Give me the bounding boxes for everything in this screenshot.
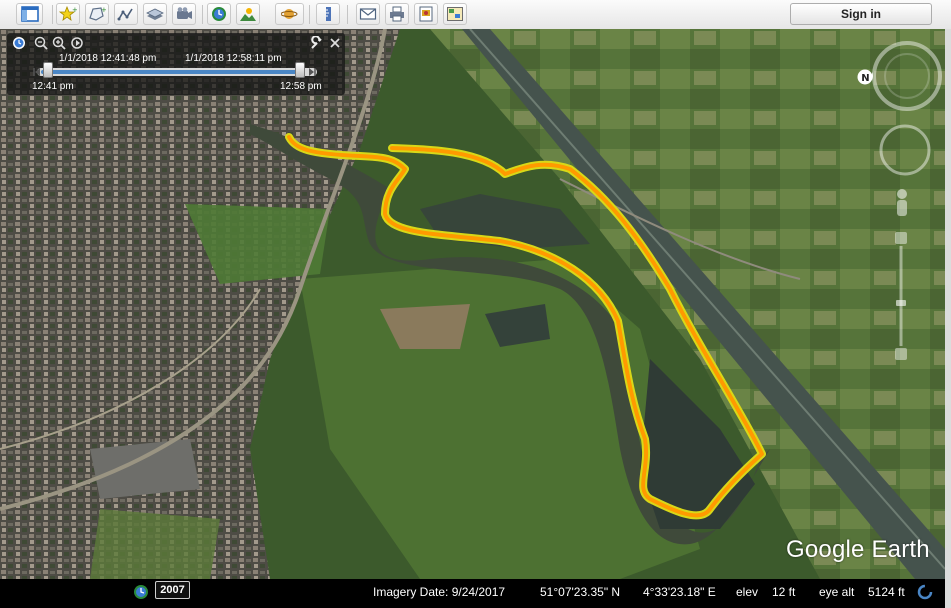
- ruler-icon: [326, 7, 331, 21]
- email-button[interactable]: [356, 3, 380, 25]
- end-datetime: 1/1/2018 12:58:11 pm: [185, 53, 282, 64]
- record-tour-icon: [177, 7, 192, 19]
- sidebar-icon: [20, 6, 39, 22]
- eye-altitude-label: eye alt: [819, 585, 855, 599]
- add-placemark-icon: +: [59, 6, 77, 21]
- historical-imagery-status-icon[interactable]: [133, 584, 149, 600]
- historical-imagery-button[interactable]: [207, 3, 231, 25]
- save-image-button[interactable]: [414, 3, 438, 25]
- sunlight-icon: [240, 8, 256, 21]
- eye-altitude-value: 5124 ft: [868, 585, 905, 599]
- window-edge: [945, 29, 951, 608]
- historical-imagery-icon: [212, 7, 226, 21]
- add-image-overlay-icon: [146, 8, 164, 20]
- zoom-in-icon[interactable]: [52, 36, 66, 50]
- planet-icon: [280, 9, 297, 19]
- look-joystick[interactable]: [872, 41, 942, 111]
- add-polygon-icon: +: [89, 6, 106, 21]
- status-bar: 2007 Imagery Date: 9/24/2017 51°07'23.35…: [0, 579, 945, 608]
- google-earth-logo: Google Earth: [786, 536, 930, 563]
- svg-text:+: +: [101, 6, 106, 14]
- zoom-out-icon[interactable]: [34, 36, 48, 50]
- clock-icon[interactable]: [12, 36, 26, 50]
- sign-in-button[interactable]: Sign in: [790, 3, 932, 25]
- add-image-overlay-button[interactable]: [143, 3, 167, 25]
- print-icon: [390, 6, 404, 22]
- add-placemark-button[interactable]: +: [56, 3, 80, 25]
- add-polygon-button[interactable]: +: [85, 3, 109, 25]
- end-time-label: 12:58 pm: [280, 81, 322, 92]
- sidebar-toggle-button[interactable]: [16, 3, 43, 25]
- street-view-pegman-icon[interactable]: [897, 189, 907, 216]
- longitude-readout: 4°33'23.18" E: [643, 585, 716, 599]
- elevation-value: 12 ft: [772, 585, 796, 599]
- svg-text:+: +: [72, 6, 77, 14]
- toolbar: + + Sign in: [0, 0, 951, 30]
- start-time-label: 12:41 pm: [32, 81, 74, 92]
- add-path-icon: [117, 8, 133, 21]
- animate-icon[interactable]: [70, 36, 84, 50]
- save-image-icon: [419, 6, 433, 22]
- ruler-button[interactable]: [316, 3, 340, 25]
- step-forward-icon[interactable]: [308, 67, 316, 77]
- imagery-year-badge[interactable]: 2007: [155, 581, 190, 599]
- email-icon: [359, 8, 377, 20]
- time-slider-range: [41, 70, 303, 74]
- time-slider-start-handle[interactable]: [43, 62, 53, 78]
- view-in-maps-button[interactable]: [443, 3, 467, 25]
- step-back-icon[interactable]: [33, 67, 41, 77]
- view-in-maps-icon: [447, 7, 463, 21]
- imagery-date: Imagery Date: 9/24/2017: [373, 585, 506, 599]
- navigation-controls: [857, 36, 942, 396]
- close-icon[interactable]: [328, 36, 342, 50]
- loading-spinner-icon: [917, 584, 933, 600]
- elevation-label: elev: [736, 585, 759, 599]
- north-indicator-icon[interactable]: N: [857, 69, 873, 85]
- planets-button[interactable]: [275, 3, 304, 25]
- latitude-readout: 51°07'23.35" N: [540, 585, 621, 599]
- time-slider-track[interactable]: [37, 68, 317, 76]
- print-button[interactable]: [385, 3, 409, 25]
- sunlight-button[interactable]: [236, 3, 260, 25]
- zoom-slider[interactable]: [895, 232, 907, 360]
- record-tour-button[interactable]: [172, 3, 196, 25]
- svg-text:N: N: [861, 73, 869, 84]
- add-path-button[interactable]: [114, 3, 138, 25]
- time-slider-panel: 1/1/2018 12:41:48 pm 1/1/2018 12:58:11 p…: [7, 33, 345, 95]
- start-datetime: 1/1/2018 12:41:48 pm: [59, 53, 157, 64]
- move-joystick[interactable]: [879, 124, 931, 176]
- time-slider-end-handle[interactable]: [295, 62, 305, 78]
- map-view[interactable]: [0, 29, 945, 579]
- settings-wrench-icon[interactable]: [309, 36, 323, 50]
